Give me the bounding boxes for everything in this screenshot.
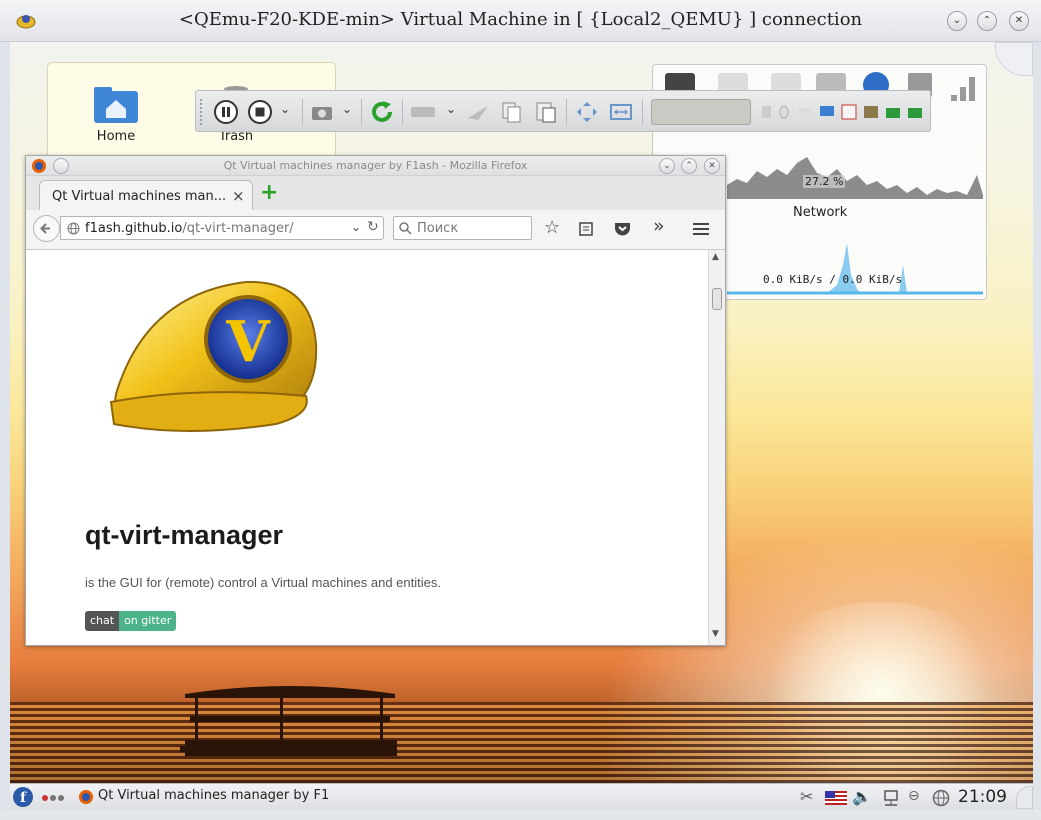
desktop-icon-home[interactable]: Home (81, 85, 151, 144)
home-folder-icon (94, 87, 138, 123)
toolbar-grip[interactable] (200, 99, 204, 125)
page-description: is the GUI for (remote) control a Virtua… (85, 575, 441, 590)
tab-label: Qt Virtual machines man... (52, 189, 227, 204)
scissors-icon[interactable]: ✂ (800, 787, 813, 806)
tab-close-icon[interactable]: × (232, 187, 245, 205)
firefox-minimize-button[interactable]: ⌄ (659, 158, 675, 174)
network-icon[interactable] (882, 789, 900, 807)
clock[interactable]: 21:09 (958, 787, 1007, 807)
svg-text:f: f (20, 790, 27, 806)
storage-icon (864, 106, 878, 118)
reload-icon[interactable]: ↻ (367, 219, 379, 235)
taskbar-task-firefox[interactable]: Qt Virtual machines manager by F1 (98, 788, 329, 803)
pci-icon (908, 108, 922, 118)
helmet-logo-icon: V (109, 280, 318, 432)
pager-icon[interactable] (41, 794, 65, 802)
page-title: qt-virt-manager (85, 520, 284, 550)
firefox-tabstrip: Qt Virtual machines man... × + (26, 176, 725, 210)
back-button[interactable] (33, 215, 60, 242)
keyboard-icon (798, 108, 812, 116)
volume-icon[interactable]: 🔈 (852, 787, 872, 806)
url-bar[interactable]: f1ash.github.io/qt-virt-manager/ ⌄ ↻ (60, 216, 384, 240)
maximize-button[interactable]: ⌃ (977, 11, 997, 31)
scale-icon[interactable] (609, 100, 633, 124)
send-icon[interactable] (466, 100, 490, 124)
scroll-up-icon[interactable]: ▲ (712, 252, 719, 262)
network-label: Network (793, 205, 848, 220)
badge-left-label: chat (85, 611, 120, 631)
usb-icon (762, 106, 771, 118)
network-graph (727, 243, 983, 295)
vm-window-titlebar: <QEmu-F20-KDE-min> Virtual Machine in [ … (0, 0, 1041, 42)
cpu-value: 27.2 % (803, 175, 846, 188)
toolbar-status-field[interactable] (651, 99, 751, 125)
globe-icon (67, 222, 80, 235)
fullscreen-icon[interactable] (575, 100, 599, 124)
camera-icon[interactable] (310, 100, 334, 124)
globe-icon[interactable] (932, 789, 950, 807)
guest-desktop: Home Trash 27.2 % Network 0.0 KiB/s / 0.… (10, 42, 1033, 783)
desktop-toolbox[interactable] (995, 42, 1033, 76)
search-field[interactable]: Поиск (393, 216, 532, 240)
firefox-close-button[interactable]: ✕ (704, 158, 720, 174)
notifications-icon[interactable]: ⊖ (908, 788, 920, 804)
snapshot-dropdown-icon[interactable]: ⌄ (342, 102, 352, 116)
close-button[interactable]: ✕ (1009, 11, 1029, 31)
minimize-button[interactable]: ⌄ (947, 11, 967, 31)
firefox-icon (79, 790, 93, 804)
web-page-content: V qt-virt-manager is the GUI for (remote… (26, 250, 708, 645)
stop-dropdown-icon[interactable]: ⌄ (280, 102, 290, 116)
logo-letter: V (225, 309, 271, 375)
reading-list-icon[interactable] (578, 221, 594, 237)
network-card-icon (841, 104, 857, 120)
bookmark-star-icon[interactable]: ☆ (544, 217, 560, 238)
pci-icon (886, 108, 900, 118)
keyboard-icon[interactable] (410, 100, 436, 124)
sea-wallpaper (10, 702, 1033, 783)
url-path: /qt-virt-manager/ (182, 221, 294, 236)
hamburger-menu-icon[interactable] (693, 222, 709, 236)
scroll-down-icon[interactable]: ▼ (712, 629, 719, 639)
overflow-chevron-icon[interactable]: » (653, 215, 665, 237)
paste-icon[interactable] (534, 100, 558, 124)
search-placeholder: Поиск (417, 221, 459, 236)
display-icon (820, 106, 834, 116)
firefox-window: Qt Virtual machines manager by F1ash - M… (25, 155, 726, 646)
url-dropdown-icon[interactable]: ⌄ (351, 220, 361, 234)
back-arrow-icon (40, 223, 50, 234)
cpu-graph (727, 157, 983, 199)
pocket-icon[interactable] (614, 221, 631, 237)
url-host: f1ash.github.io (85, 221, 183, 236)
network-rate: 0.0 KiB/s / 0.0 KiB/s (763, 273, 903, 286)
new-tab-button[interactable]: + (260, 180, 278, 205)
pause-icon[interactable] (214, 100, 238, 124)
firefox-window-title: Qt Virtual machines manager by F1ash - M… (223, 159, 528, 172)
vm-device-icons (762, 104, 922, 120)
firefox-maximize-button[interactable]: ⌃ (681, 158, 697, 174)
reload-icon[interactable] (370, 100, 394, 124)
firefox-navbar: f1ash.github.io/qt-virt-manager/ ⌄ ↻ Пои… (26, 210, 725, 250)
us-flag-icon[interactable] (825, 791, 847, 805)
badge-right-label: on gitter (119, 611, 177, 631)
gitter-badge[interactable]: chat on gitter (85, 611, 177, 631)
keys-dropdown-icon[interactable]: ⌄ (446, 102, 456, 116)
tab-qt-virt-manager[interactable]: Qt Virtual machines man... × (39, 180, 253, 210)
panel-toolbox[interactable] (1016, 786, 1033, 809)
copy-icon[interactable] (500, 100, 524, 124)
taskbar: f Qt Virtual machines manager by F1 ✂ 🔈 … (10, 783, 1033, 810)
vm-display-toolbar: ⌄ ⌄ ⌄ (195, 90, 931, 132)
stop-icon[interactable] (248, 100, 272, 124)
page-scrollbar[interactable]: ▲ ▼ (708, 250, 725, 645)
boat-silhouette (180, 686, 397, 756)
search-icon (399, 222, 412, 235)
scrollbar-thumb[interactable] (712, 288, 722, 310)
vm-window-title: <QEmu-F20-KDE-min> Virtual Machine in [ … (178, 9, 863, 30)
mouse-icon (779, 105, 789, 119)
fedora-launcher-icon[interactable]: f (12, 786, 34, 808)
firefox-titlebar: Qt Virtual machines manager by F1ash - M… (26, 156, 725, 176)
desktop-icon-label: Home (96, 129, 136, 144)
